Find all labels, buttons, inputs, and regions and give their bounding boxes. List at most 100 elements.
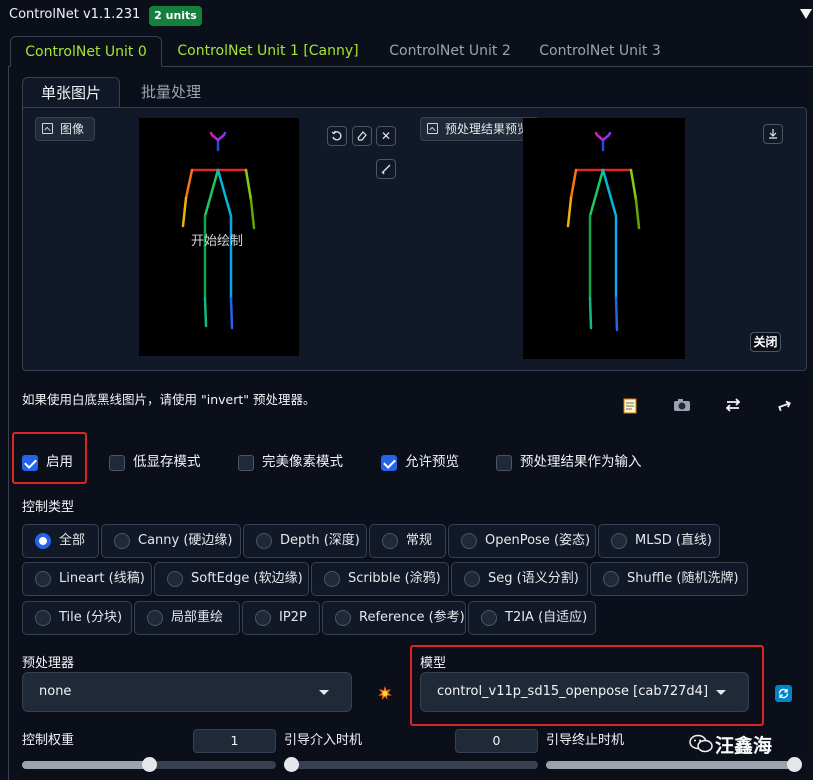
radio-dot[interactable] <box>481 610 497 626</box>
control-type-lineart[interactable]: Lineart (线稿) <box>22 562 152 596</box>
explosion-icon[interactable] <box>377 685 393 701</box>
radio-dot[interactable] <box>256 533 272 549</box>
memo-icon[interactable] <box>619 397 641 417</box>
weight-slider-thumb[interactable] <box>142 757 157 772</box>
checkbox-box[interactable] <box>238 455 254 471</box>
checkbox-label: 完美像素模式 <box>262 454 343 470</box>
wechat-icon <box>689 734 713 753</box>
radio-dot[interactable] <box>255 610 271 626</box>
checkbox-label: 低显存模式 <box>133 454 201 470</box>
checkbox-label: 预处理结果作为输入 <box>520 454 642 470</box>
start-slider[interactable] <box>284 761 538 769</box>
checkbox-box[interactable] <box>22 455 38 471</box>
start-input[interactable]: 0 <box>455 729 538 753</box>
checkbox-label: 允许预览 <box>405 454 459 470</box>
triangle-down-icon[interactable] <box>800 9 812 19</box>
input-image-label: 图像 <box>35 117 95 141</box>
tab-batch[interactable]: 批量处理 <box>122 77 220 108</box>
radio-dot[interactable] <box>35 533 51 549</box>
radio-dot[interactable] <box>603 571 619 587</box>
tab-unit-2[interactable]: ControlNet Unit 2 <box>380 36 520 67</box>
radio-dot[interactable] <box>35 610 51 626</box>
control-type-t2ia[interactable]: T2IA (自适应) <box>468 601 596 635</box>
chevron-down-icon <box>319 690 329 695</box>
chip-label: 局部重绘 <box>171 610 224 625</box>
undo-icon[interactable] <box>327 126 347 146</box>
radio-dot[interactable] <box>464 571 480 587</box>
checkbox-box[interactable] <box>496 455 512 471</box>
control-type-openpose[interactable]: OpenPose (姿态) <box>448 524 596 558</box>
preprocessor-label: 预处理器 <box>22 656 75 671</box>
chip-label: 常规 <box>406 533 433 548</box>
control-type-softedge[interactable]: SoftEdge (软边缘) <box>154 562 309 596</box>
preprocessor-value: none <box>39 684 72 699</box>
close-icon[interactable]: ✕ <box>376 126 396 146</box>
chip-label: SoftEdge (软边缘) <box>191 571 303 586</box>
start-label: 引导介入时机 <box>284 733 363 748</box>
radio-dot[interactable] <box>461 533 477 549</box>
radio-dot[interactable] <box>147 610 163 626</box>
control-type-reference[interactable]: Reference (参考) <box>322 601 466 635</box>
control-type-scribble[interactable]: Scribble (涂鸦) <box>311 562 449 596</box>
chip-label: MLSD (直线) <box>635 533 712 548</box>
camera-icon[interactable] <box>671 397 693 417</box>
model-label: 模型 <box>420 656 447 671</box>
end-slider-thumb[interactable] <box>787 757 802 772</box>
radio-dot[interactable] <box>35 571 51 587</box>
radio-dot[interactable] <box>324 571 340 587</box>
control-type-seg[interactable]: Seg (语义分割) <box>451 562 588 596</box>
checkbox-pixel-perfect[interactable]: 完美像素模式 <box>238 453 343 473</box>
control-type-shuffle[interactable]: Shuffle (随机洗牌) <box>590 562 748 596</box>
model-value: control_v11p_sd15_openpose [cab727d4] <box>437 684 709 699</box>
chip-label: Shuffle (随机洗牌) <box>627 571 739 586</box>
refresh-icon[interactable] <box>775 685 792 702</box>
end-label: 引导终止时机 <box>546 733 625 748</box>
units-badge: 2 units <box>149 6 202 26</box>
chip-label: IP2P <box>279 610 307 625</box>
radio-dot[interactable] <box>382 533 398 549</box>
brush-icon[interactable] <box>376 159 396 179</box>
control-type-ip2p[interactable]: IP2P <box>242 601 320 635</box>
start-slider-thumb[interactable] <box>284 757 299 772</box>
weight-label: 控制权重 <box>22 733 75 748</box>
chip-label: Seg (语义分割) <box>488 571 579 586</box>
weight-input[interactable]: 1 <box>193 729 276 753</box>
preprocessor-select[interactable]: none <box>22 672 352 712</box>
close-preview-button[interactable]: 关闭 <box>750 332 781 352</box>
radio-dot[interactable] <box>167 571 183 587</box>
send-icon[interactable] <box>774 397 796 417</box>
eraser-icon[interactable] <box>352 126 372 146</box>
image-icon <box>427 123 438 134</box>
tab-unit-3[interactable]: ControlNet Unit 3 <box>530 36 670 67</box>
radio-dot[interactable] <box>335 610 351 626</box>
radio-dot[interactable] <box>611 533 627 549</box>
checkbox-label: 启用 <box>46 454 73 470</box>
tab-single-image[interactable]: 单张图片 <box>22 77 120 108</box>
chip-label: Depth (深度) <box>280 533 360 548</box>
swap-icon[interactable] <box>722 397 744 417</box>
checkbox-low-vram[interactable]: 低显存模式 <box>109 453 201 473</box>
preview-label-text: 预处理结果预览 <box>445 122 530 136</box>
download-icon[interactable] <box>763 124 783 144</box>
preview-label: 预处理结果预览 <box>420 117 539 141</box>
checkbox-enable[interactable]: 启用 <box>22 453 73 473</box>
tab-unit-0[interactable]: ControlNet Unit 0 <box>10 36 162 67</box>
radio-dot[interactable] <box>114 533 130 549</box>
checkbox-preprocessed-input[interactable]: 预处理结果作为输入 <box>496 453 642 473</box>
control-type-mlsd[interactable]: MLSD (直线) <box>598 524 720 558</box>
end-slider[interactable] <box>546 761 800 769</box>
checkbox-allow-preview[interactable]: 允许预览 <box>381 453 459 473</box>
control-type-depth[interactable]: Depth (深度) <box>243 524 367 558</box>
control-type-inpaint[interactable]: 局部重绘 <box>134 601 240 635</box>
chip-label: OpenPose (姿态) <box>485 533 591 548</box>
tab-unit-1[interactable]: ControlNet Unit 1 [Canny] <box>170 36 366 67</box>
checkbox-box[interactable] <box>109 455 125 471</box>
chip-label: T2IA (自适应) <box>505 610 588 625</box>
control-type-all[interactable]: 全部 <box>22 524 99 558</box>
invert-hint: 如果使用白底黑线图片，请使用 "invert" 预处理器。 <box>22 392 316 407</box>
control-type-canny[interactable]: Canny (硬边缘) <box>101 524 241 558</box>
control-type-normal[interactable]: 常规 <box>369 524 446 558</box>
model-select[interactable]: control_v11p_sd15_openpose [cab727d4] <box>420 672 749 712</box>
control-type-tile[interactable]: Tile (分块) <box>22 601 132 635</box>
checkbox-box[interactable] <box>381 455 397 471</box>
